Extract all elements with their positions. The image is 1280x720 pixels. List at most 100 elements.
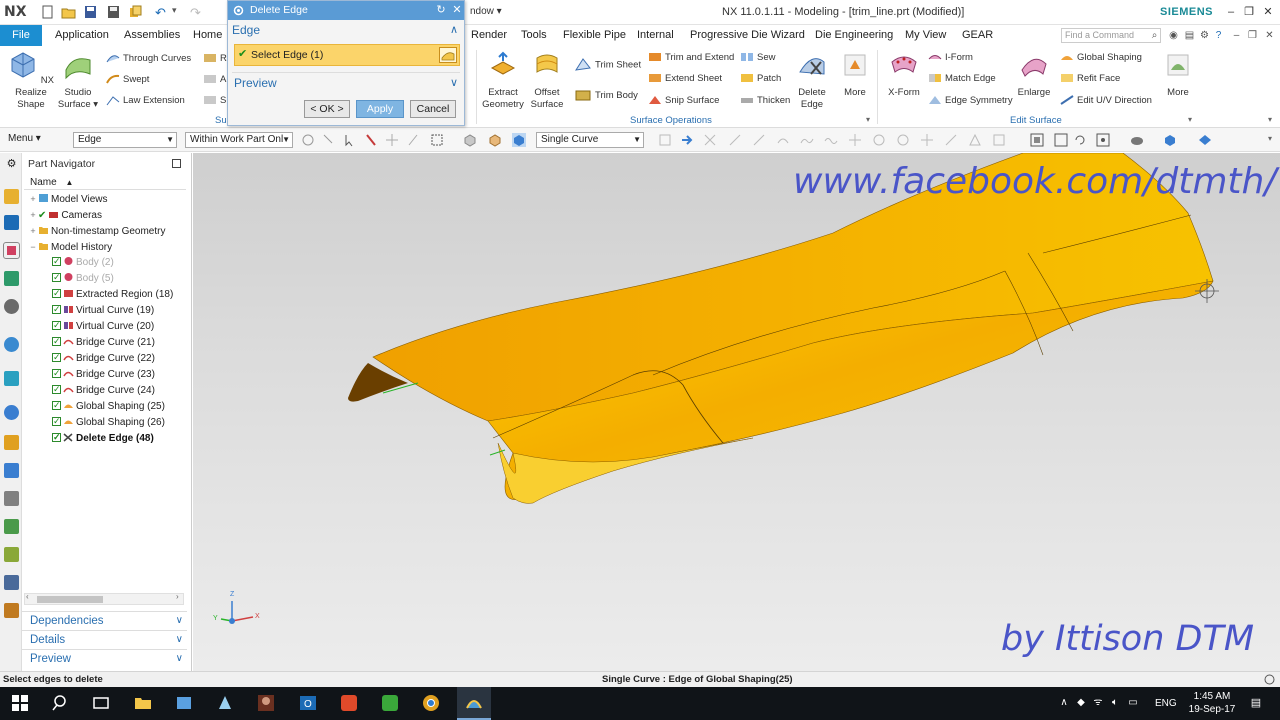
dependencies-panel[interactable]: Dependencies ∨ <box>22 611 187 629</box>
save-icon[interactable] <box>83 5 98 19</box>
tree-node-virtual-curve-20[interactable]: Virtual Curve (20) <box>52 317 154 335</box>
group-expand-icon[interactable]: ▾ <box>866 115 870 124</box>
tray-app-icon[interactable]: ◆ <box>1075 697 1087 709</box>
action-center-icon[interactable]: ▤ <box>1250 697 1262 709</box>
extend-sheet-button[interactable]: Extend Sheet <box>648 71 722 86</box>
deselect-icon[interactable] <box>364 133 378 147</box>
app-icon[interactable] <box>216 694 234 712</box>
rotate-icon[interactable] <box>1073 133 1087 147</box>
undo-dropdown-icon[interactable]: ▾ <box>172 5 187 19</box>
tree-node-bridge-curve-21[interactable]: Bridge Curve (21) <box>52 333 155 351</box>
tree-node-extracted-region-18[interactable]: Extracted Region (18) <box>52 285 173 303</box>
tab-assemblies[interactable]: Assemblies <box>124 29 180 41</box>
volume-icon[interactable]: 🔈︎ <box>1109 697 1121 709</box>
wifi-icon[interactable]: ᯤ <box>1092 697 1104 709</box>
menu-button[interactable]: Menu ▾ <box>8 133 41 144</box>
fixture-icon[interactable] <box>4 575 19 590</box>
selection-scope-select[interactable]: Within Work Part Onl ▼ <box>185 132 293 148</box>
tab-die-engineering[interactable]: Die Engineering <box>815 29 893 41</box>
pointer-icon[interactable] <box>343 133 357 147</box>
visibility-checkbox[interactable] <box>52 381 61 397</box>
delete-edge-ribbon-button[interactable]: Delete Edge <box>792 50 832 111</box>
maximize-icon[interactable] <box>172 159 181 168</box>
window-menu[interactable]: ndow ▾ <box>470 6 502 17</box>
tray-expand-icon[interactable]: ∧ <box>1058 697 1070 709</box>
minimize-button[interactable]: – <box>1222 4 1240 20</box>
chevron-up-icon[interactable]: ∧ <box>450 23 458 36</box>
snap-end-icon[interactable] <box>728 133 742 147</box>
shaded-view-icon[interactable] <box>463 133 477 147</box>
snap-intersect-icon[interactable] <box>848 133 862 147</box>
snap-icon[interactable] <box>301 133 315 147</box>
windows-start-icon[interactable] <box>11 694 29 712</box>
tab-progressive-die-wizard[interactable]: Progressive Die Wizard <box>690 29 805 41</box>
search-icon[interactable] <box>52 694 70 712</box>
hidden-command-a[interactable]: A <box>203 72 226 87</box>
patch-button[interactable]: Patch <box>740 71 781 86</box>
law-extension-button[interactable]: Law Extension <box>106 93 185 108</box>
ribbon-options-icon[interactable]: ▤ <box>1183 29 1196 42</box>
tree-node-body-2[interactable]: Body (2) <box>52 253 114 271</box>
reset-icon[interactable]: ↻ <box>434 2 448 18</box>
apply-button[interactable]: Apply <box>356 100 404 118</box>
doc-close-icon[interactable]: ✕ <box>1263 29 1276 42</box>
visibility-checkbox[interactable] <box>52 365 61 381</box>
save-all-icon[interactable] <box>106 5 121 19</box>
tab-file[interactable]: File <box>0 25 42 46</box>
clock[interactable]: 1:45 AM 19-Sep-17 <box>1188 690 1236 716</box>
tab-application[interactable]: Application <box>55 29 109 41</box>
sew-button[interactable]: Sew <box>740 50 775 65</box>
outlook-icon[interactable]: O <box>299 694 317 712</box>
scroll-left-icon[interactable]: ‹ <box>26 592 29 601</box>
new-file-icon[interactable] <box>40 5 55 19</box>
fit-view-icon[interactable] <box>1030 133 1044 147</box>
tab-internal[interactable]: Internal <box>637 29 674 41</box>
studio-surface-button[interactable]: Studio Surface ▾ <box>56 50 100 111</box>
expand-icon[interactable]: + <box>28 223 38 239</box>
snap-box-icon[interactable] <box>992 133 1006 147</box>
search-icon[interactable]: ⌕ <box>1148 29 1161 42</box>
process-studio-icon[interactable] <box>4 405 19 420</box>
trim-sheet-button[interactable]: Trim Sheet <box>574 56 641 71</box>
tree-node-bridge-curve-23[interactable]: Bridge Curve (23) <box>52 365 155 383</box>
snip-surface-button[interactable]: Snip Surface <box>648 93 719 108</box>
scrollbar-thumb[interactable] <box>37 596 103 603</box>
snap-point-icon[interactable] <box>385 133 399 147</box>
chevron-down-icon[interactable]: ∨ <box>450 76 458 89</box>
file-explorer-icon[interactable] <box>134 694 152 712</box>
rectangle-select-icon[interactable] <box>430 133 444 147</box>
help-icon[interactable]: ? <box>1212 29 1225 42</box>
collapse-icon[interactable]: − <box>28 239 38 255</box>
select-edge-row[interactable]: ✔ Select Edge (1) <box>234 44 460 66</box>
preview-panel[interactable]: Preview ∨ <box>22 649 187 667</box>
visibility-checkbox[interactable] <box>52 429 61 445</box>
more-surface-ops-button[interactable]: More <box>838 50 872 99</box>
visibility-checkbox[interactable] <box>52 397 61 413</box>
dialog-title-bar[interactable]: Delete Edge ↻ ✕ <box>228 1 464 20</box>
snap-mid-icon[interactable] <box>752 133 766 147</box>
tab-my-view[interactable]: My View <box>905 29 946 41</box>
status-info-icon[interactable] <box>1264 674 1275 685</box>
graphics-window[interactable]: Z X Y www.facebook.com/dtmth/ by Ittison… <box>193 153 1280 671</box>
mold-wizard-icon[interactable] <box>4 547 19 562</box>
visibility-checkbox[interactable] <box>52 413 61 429</box>
tree-node-non-timestamp-geometry[interactable]: + Non-timestamp Geometry <box>28 223 165 239</box>
visibility-checkbox[interactable] <box>52 317 61 333</box>
thicken-button[interactable]: Thicken <box>740 93 790 108</box>
tree-node-model-views[interactable]: + Model Views <box>28 191 107 207</box>
type-filter-select[interactable]: Edge ▼ <box>73 132 177 148</box>
redo-icon[interactable]: ↷ <box>190 5 205 20</box>
undo-icon[interactable]: ↶ <box>155 5 170 20</box>
touch-mode-icon[interactable]: ◉ <box>1167 29 1180 42</box>
solid-view-icon[interactable] <box>488 133 502 147</box>
reuse-library-icon[interactable] <box>4 271 19 286</box>
close-icon[interactable]: ✕ <box>450 2 464 18</box>
refit-face-button[interactable]: Refit Face <box>1060 71 1120 86</box>
snap-wave-icon[interactable] <box>824 133 838 147</box>
toolbar-overflow-icon[interactable]: ▾ <box>1268 134 1272 143</box>
x-form-button[interactable]: X-Form <box>884 50 924 99</box>
snap-point-icon[interactable] <box>920 133 934 147</box>
orient-view-icon[interactable] <box>1096 133 1110 147</box>
tab-tools[interactable]: Tools <box>521 29 547 41</box>
render-style-icon[interactable] <box>1130 133 1144 147</box>
